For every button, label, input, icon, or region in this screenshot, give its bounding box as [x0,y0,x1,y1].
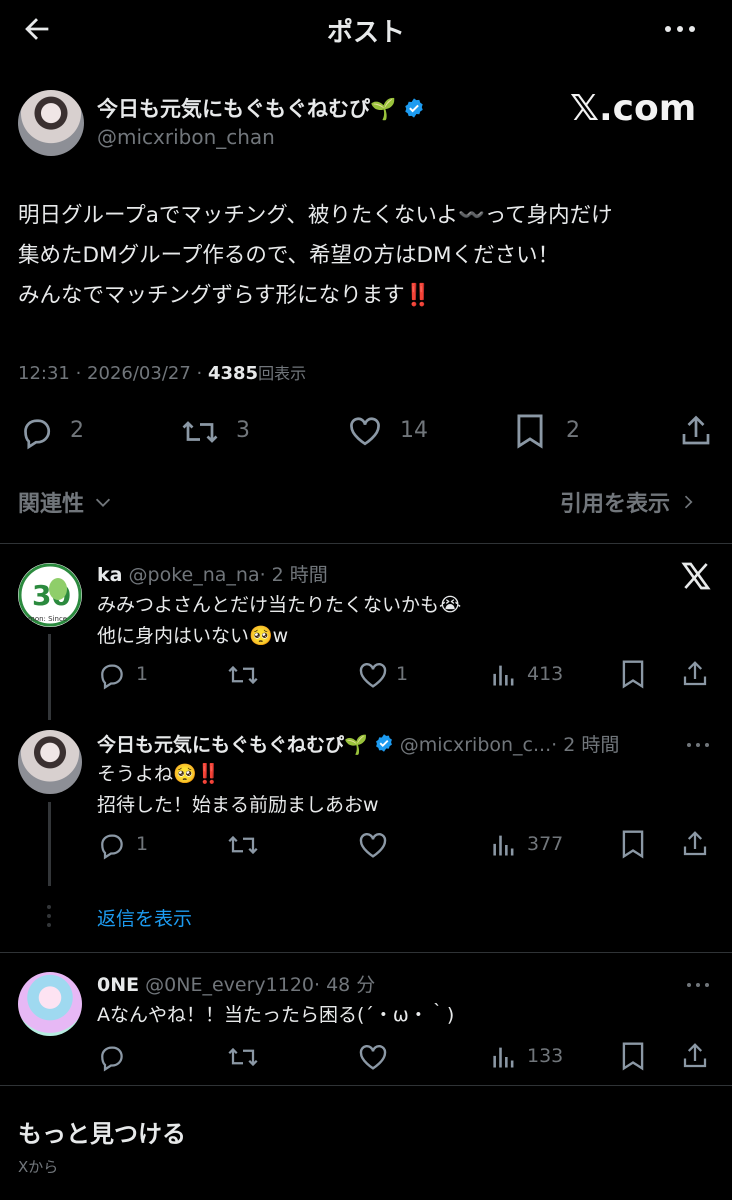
bookmark-icon[interactable] [620,828,646,860]
reply-time: · 2 時間 [259,564,328,586]
reply-time: · 48 分 [314,974,376,996]
reply-count: 1 [136,663,149,685]
x-logo-icon [680,560,712,592]
chevron-down-icon [92,491,114,519]
post-meta: 12:31 · 2026/03/27 · 4385回表示 [18,360,306,384]
more-options-icon[interactable] [684,978,712,992]
verified-badge-icon [374,733,394,758]
reply-author-handle[interactable]: @0NE_every1120 [145,974,314,996]
reply-author-handle[interactable]: @micxribon_c... [400,734,551,756]
more-options-icon[interactable] [660,14,700,44]
like-icon[interactable] [346,413,384,449]
reply-author-name[interactable]: 0NE [97,974,139,996]
repost-count: 3 [236,418,250,443]
reply-header: 0NE @0NE_every1120· 48 分 [97,970,375,997]
reply-text: そうよね🥺‼️ 招待した！始まる前励ましあおw [97,759,379,821]
like-icon[interactable] [357,659,389,691]
reply-author-name[interactable]: 今日も元気にもぐもぐねむぴ🌱 [97,734,368,756]
views-icon[interactable] [490,830,518,860]
vertical-dots-icon [44,903,54,929]
view-label: 回表示 [258,364,307,383]
reply-author-handle[interactable]: @poke_na_na [129,564,260,586]
author-handle[interactable]: @micxribon_chan [97,125,275,149]
reply-text-line: そうよね🥺‼️ [97,763,221,785]
thread-line [48,802,51,886]
views-count: 133 [527,1045,564,1067]
post-timestamp: 12:31 · 2026/03/27 · [18,363,208,384]
show-replies-link[interactable]: 返信を表示 [97,904,192,931]
reply-icon[interactable] [96,1042,126,1072]
chevron-right-icon [678,491,698,519]
bookmark-icon[interactable] [620,1040,646,1072]
avatar[interactable] [18,90,84,156]
x-com-watermark: 𝕏.com [570,88,697,129]
views-icon[interactable] [490,1042,518,1072]
discover-subtitle: Xから [18,1158,59,1176]
reply-icon[interactable] [96,830,126,860]
repost-icon[interactable] [226,660,260,690]
share-icon[interactable] [680,1040,710,1072]
reply-text-line: 招待した！始まる前励ましあおw [97,794,379,816]
reply-icon[interactable] [18,414,54,450]
reply-text-line: Aなんやね！！当たったら困る(´・ω・｀) [97,1004,455,1026]
repost-icon[interactable] [226,830,260,860]
reply-avatar[interactable] [18,972,82,1036]
divider [0,952,732,953]
reply-header: 今日も元気にもぐもぐねむぴ🌱 @micxribon_c...· 2 時間 [97,730,707,758]
post-text-line: 明日グループaでマッチング、被りたくないよ〰️って身内だけ [18,203,613,228]
page-title: ポスト [326,18,405,48]
reply-text: みみつよさんとだけ当たりたくないかも😭 他に身内はいない🥺w [97,590,461,652]
views-count: 377 [527,833,564,855]
divider [0,1085,732,1086]
reply-time: · 2 時間 [551,734,620,756]
reply-avatar[interactable] [18,730,82,794]
share-icon[interactable] [680,828,710,860]
repost-icon[interactable] [180,414,220,450]
more-options-icon[interactable] [684,738,712,752]
avatar-caption: mon: Since [28,615,67,623]
repost-icon[interactable] [226,1042,260,1072]
thread-line [48,634,51,720]
divider [0,543,732,544]
discover-title: もっと見つける [18,1120,186,1148]
reply-count: 2 [70,418,84,443]
reply-text-line: みみつよさんとだけ当たりたくないかも😭 [97,594,462,616]
bookmark-icon[interactable] [620,658,646,690]
view-quotes-link[interactable]: 引用を表示 [560,486,698,519]
share-icon[interactable] [680,658,710,690]
verified-badge-icon [403,97,425,124]
view-count: 4385 [207,363,259,384]
reply-icon[interactable] [96,660,126,690]
reply-text-line: 他に身内はいない🥺w [97,625,289,647]
like-icon[interactable] [357,1041,389,1073]
author-name[interactable]: 今日も元気にもぐもぐねむぴ🌱 [97,93,425,124]
reply-count: 1 [136,833,149,855]
share-icon[interactable] [678,412,714,450]
like-icon[interactable] [357,829,389,861]
post-text-line: 集めたDMグループ作るので、希望の方はDMください！ [18,243,560,268]
reply-author-name[interactable]: ka [97,564,122,586]
like-count: 1 [396,663,409,685]
reply-avatar[interactable]: 30 mon: Since [18,563,82,627]
views-count: 413 [527,663,564,685]
bookmark-count: 2 [566,418,580,443]
reply-text: Aなんやね！！当たったら困る(´・ω・｀) [97,1000,454,1031]
views-icon[interactable] [490,660,518,690]
bookmark-icon[interactable] [514,412,546,450]
post-text-line: みんなでマッチングずらす形になります‼️ [18,283,432,308]
like-count: 14 [400,418,428,443]
post-text: 明日グループaでマッチング、被りたくないよ〰️って身内だけ 集めたDMグループ作… [18,196,718,316]
relevance-sort[interactable]: 関連性 [18,486,114,519]
reply-header: ka @poke_na_na· 2 時間 [97,560,328,587]
